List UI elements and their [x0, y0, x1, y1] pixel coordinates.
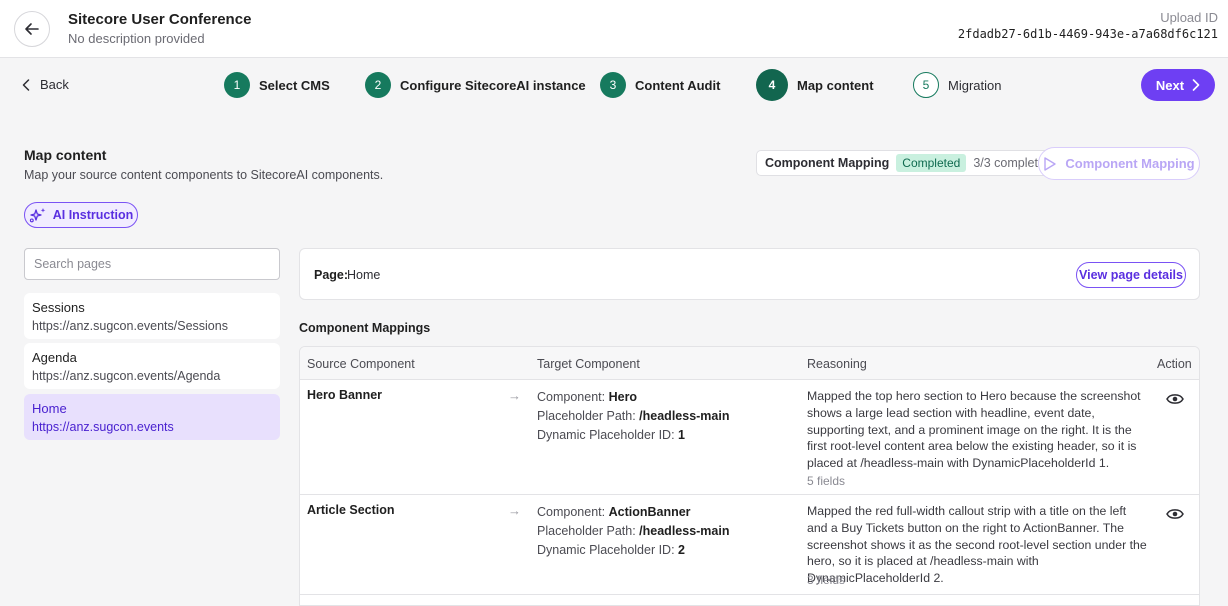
search-pages-input[interactable] — [24, 248, 280, 280]
step-number: 1 — [224, 72, 250, 98]
ai-instruction-label: AI Instruction — [52, 208, 134, 222]
table-row: Article Section → Component: ActionBanne… — [300, 495, 1199, 595]
page-label: Page: — [314, 268, 349, 282]
step-label: Configure SitecoreAI instance — [400, 77, 586, 93]
page-url: https://anz.sugcon.events/Agenda — [32, 369, 221, 383]
reasoning-text: Mapped the top hero section to Hero beca… — [807, 389, 1141, 471]
page-value: Home — [347, 268, 381, 282]
back-link[interactable]: Back — [22, 77, 69, 92]
status-label: Component Mapping — [765, 156, 890, 170]
step-select-cms[interactable]: 1 Select CMS — [224, 70, 330, 100]
dynamic-placeholder-id: 1 — [678, 428, 685, 442]
mappings-table: Source Component Target Component Reason… — [299, 346, 1200, 606]
chevron-left-icon — [22, 78, 30, 91]
ai-instruction-button[interactable]: AI Instruction — [24, 202, 138, 228]
project-description: No description provided — [68, 31, 205, 46]
chevron-right-icon — [1192, 79, 1200, 91]
status-badge: Completed — [896, 154, 967, 172]
step-number: 3 — [600, 72, 626, 98]
step-label: Map content — [797, 77, 874, 93]
dynamic-placeholder-id: 2 — [678, 543, 685, 557]
placeholder-path: /headless-main — [639, 409, 730, 423]
column-action: Action — [1157, 357, 1192, 371]
table-header: Source Component Target Component Reason… — [300, 347, 1199, 380]
page-name: Agenda — [32, 350, 77, 365]
page-item-home[interactable]: Home https://anz.sugcon.events — [24, 394, 280, 440]
step-number: 5 — [913, 72, 939, 98]
arrow-right-icon: → — [508, 503, 521, 518]
component-mapping-button[interactable]: Component Mapping — [1038, 147, 1200, 180]
page-url: https://anz.sugcon.events — [32, 420, 174, 434]
column-target: Target Component — [537, 357, 640, 371]
mapping-status: Component Mapping Completed 3/3 complete… — [756, 150, 1061, 176]
upload-id-value: 2fdadb27-6d1b-4469-943e-a7a68df6c121 — [957, 27, 1218, 41]
page-name: Sessions — [32, 300, 85, 315]
project-title: Sitecore User Conference — [68, 11, 252, 28]
page-name: Home — [32, 401, 67, 416]
target-component-name: ActionBanner — [608, 505, 691, 519]
page-item-agenda[interactable]: Agenda https://anz.sugcon.events/Agenda — [24, 343, 280, 389]
step-number: 4 — [756, 69, 788, 101]
eye-icon[interactable] — [1166, 392, 1184, 406]
component-mappings-heading: Component Mappings — [299, 321, 431, 335]
page-url: https://anz.sugcon.events/Sessions — [32, 319, 228, 333]
play-icon — [1044, 156, 1057, 171]
step-content-audit[interactable]: 3 Content Audit — [600, 70, 720, 100]
back-label: Back — [40, 77, 69, 92]
column-reasoning: Reasoning — [807, 357, 867, 371]
next-button[interactable]: Next — [1141, 69, 1215, 101]
step-configure-instance[interactable]: 2 Configure SitecoreAI instance — [365, 70, 586, 100]
arrow-right-icon: → — [508, 388, 521, 403]
step-label: Select CMS — [259, 77, 330, 93]
step-map-content[interactable]: 4 Map content — [756, 69, 874, 101]
page-item-sessions[interactable]: Sessions https://anz.sugcon.events/Sessi… — [24, 293, 280, 339]
target-component: Component: Hero Placeholder Path: /headl… — [537, 390, 730, 442]
back-arrow-button[interactable] — [14, 11, 50, 47]
placeholder-path: /headless-main — [639, 524, 730, 538]
reasoning-text: Mapped the red full-width callout strip … — [807, 504, 1147, 586]
fields-count: 5 fields — [807, 474, 846, 488]
page-info-card: Page: Home View page details — [299, 248, 1200, 300]
eye-icon[interactable] — [1166, 507, 1184, 521]
target-component: Component: ActionBanner Placeholder Path… — [537, 505, 730, 557]
component-mapping-label: Component Mapping — [1065, 156, 1195, 171]
top-header: Sitecore User Conference No description … — [0, 0, 1228, 58]
section-title: Map content — [24, 147, 107, 163]
arrow-left-icon — [25, 23, 39, 35]
view-page-details-button[interactable]: View page details — [1076, 262, 1186, 288]
fields-count: 3 fields — [807, 573, 846, 587]
source-component: Article Section — [307, 503, 395, 517]
step-label: Migration — [948, 77, 1002, 93]
step-label: Content Audit — [635, 77, 721, 93]
section-description: Map your source content components to Si… — [24, 168, 384, 182]
column-source: Source Component — [307, 357, 415, 371]
table-row: Hero Banner → Component: Hero Placeholde… — [300, 380, 1199, 495]
step-number: 2 — [365, 72, 391, 98]
next-label: Next — [1155, 77, 1185, 93]
upload-id-label: Upload ID — [1160, 10, 1218, 25]
step-migration[interactable]: 5 Migration — [913, 70, 1001, 100]
sparkles-icon — [29, 208, 46, 223]
target-component-name: Hero — [608, 390, 638, 404]
source-component: Hero Banner — [307, 388, 383, 402]
